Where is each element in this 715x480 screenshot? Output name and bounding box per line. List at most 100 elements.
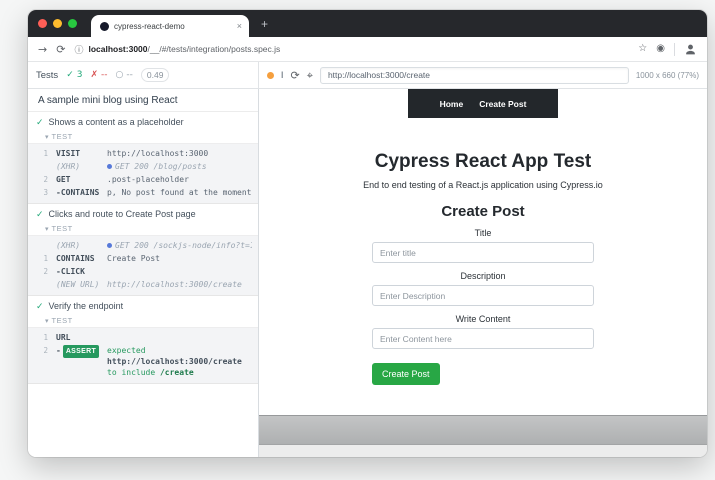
command-list: 1 URL 2 -ASSERT expected http://localhos…: [28, 327, 258, 383]
reload-icon[interactable]: ⟳: [56, 44, 65, 55]
close-window-button[interactable]: [38, 19, 47, 28]
content-input[interactable]: [372, 328, 594, 349]
aut-url-field[interactable]: http://localhost:3000/create: [320, 67, 629, 84]
create-post-form: Title Description Write Content Create P…: [372, 228, 594, 385]
title-input[interactable]: [372, 242, 594, 263]
command-row[interactable]: 1 CONTAINS Create Post: [28, 252, 258, 265]
command-number: 3: [28, 187, 48, 198]
command-number: 1: [28, 148, 48, 159]
command-row[interactable]: (XHR) GET 200 /sockjs-node/info?t=154686…: [28, 239, 258, 252]
runner-content: A sample mini blog using React ✓ Shows a…: [28, 89, 707, 457]
test-item[interactable]: ✓ Shows a content as a placeholder ▾ TES…: [28, 112, 258, 204]
url-host: localhost:3000: [88, 44, 147, 54]
command-method: (NEW URL): [48, 279, 104, 290]
nav-create-post-link[interactable]: Create Post: [479, 99, 526, 109]
command-method: (XHR): [48, 240, 104, 251]
page-info-icon[interactable]: ⓘ: [74, 43, 83, 56]
command-row[interactable]: (NEW URL) http://localhost:3000/create: [28, 278, 258, 291]
nav-home-link[interactable]: Home: [440, 99, 464, 109]
command-row[interactable]: 2 -CLICK: [28, 265, 258, 278]
assert-actual-value: http://localhost:3000/create: [107, 357, 242, 366]
section-label: TEST: [52, 224, 73, 233]
horizontal-scrollbar[interactable]: [259, 415, 707, 445]
pending-circle-icon: ○: [116, 70, 124, 80]
address-bar-input[interactable]: ⓘ localhost:3000/__/#/tests/integration/…: [74, 43, 629, 56]
command-number: 2: [28, 345, 48, 356]
new-tab-button[interactable]: +: [261, 18, 268, 30]
restart-tests-icon[interactable]: ⟳: [291, 70, 300, 81]
profile-icon[interactable]: [684, 43, 697, 56]
command-row[interactable]: 2 GET .post-placeholder: [28, 173, 258, 186]
pending-count: --: [126, 70, 133, 80]
command-number: 1: [28, 253, 48, 264]
pending-stat: ○--: [116, 70, 133, 80]
test-title-row[interactable]: ✓ Clicks and route to Create Post page: [28, 204, 258, 223]
failed-stat: ✗--: [90, 70, 107, 80]
cypress-runner-toolbar: Tests ✓3 ✗-- ○-- 0.49 I ⟳ ⌖ http://local…: [28, 62, 707, 89]
assert-text: expected: [107, 346, 146, 355]
command-method: -ASSERT: [48, 345, 104, 358]
test-title: Clicks and route to Create Post page: [49, 209, 196, 219]
test-title-row[interactable]: ✓ Verify the endpoint: [28, 296, 258, 315]
create-post-button[interactable]: Create Post: [372, 363, 440, 385]
section-label: TEST: [52, 316, 73, 325]
viewport-info: 1000 x 660 (77%): [636, 71, 699, 80]
test-section-toggle[interactable]: ▾ TEST: [28, 315, 258, 327]
url-path: /__/#/tests/integration/posts.spec.js: [148, 44, 281, 54]
command-log-panel: A sample mini blog using React ✓ Shows a…: [28, 89, 259, 457]
command-list: (XHR) GET 200 /sockjs-node/info?t=154686…: [28, 235, 258, 295]
command-message: GET 200 /blog/posts: [104, 161, 252, 172]
assert-badge: ASSERT: [63, 345, 99, 358]
command-row[interactable]: 3 -CONTAINS p, No post found at the mome…: [28, 186, 258, 199]
command-number: 2: [28, 174, 48, 185]
zoom-window-button[interactable]: [68, 19, 77, 28]
test-title: Verify the endpoint: [49, 301, 124, 311]
command-number: 1: [28, 332, 48, 343]
command-method: CONTAINS: [48, 253, 104, 264]
tab-title: cypress-react-demo: [114, 22, 232, 31]
spec-title: A sample mini blog using React: [28, 89, 258, 112]
page-url: localhost:3000/__/#/tests/integration/po…: [88, 44, 280, 54]
browser-window: cypress-react-demo × + → ⟳ ⓘ localhost:3…: [28, 10, 707, 457]
chevron-down-icon: ▾: [45, 133, 49, 141]
command-number: 2: [28, 266, 48, 277]
command-row[interactable]: 1 VISIT http://localhost:3000: [28, 147, 258, 160]
browser-tab[interactable]: cypress-react-demo ×: [91, 15, 249, 37]
app-navbar: Home Create Post: [408, 89, 558, 118]
test-section-toggle[interactable]: ▾ TEST: [28, 131, 258, 143]
app-title: Cypress React App Test: [259, 151, 707, 173]
xhr-status-dot-icon: [107, 164, 112, 169]
command-message: Create Post: [104, 253, 252, 264]
test-item[interactable]: ✓ Clicks and route to Create Post page ▾…: [28, 204, 258, 296]
forward-icon[interactable]: →: [38, 44, 47, 55]
xhr-message: GET 200 /blog/posts: [115, 162, 207, 171]
bookmark-star-icon[interactable]: ☆: [638, 44, 647, 54]
minimize-window-button[interactable]: [53, 19, 62, 28]
test-section-toggle[interactable]: ▾ TEST: [28, 223, 258, 235]
test-item[interactable]: ✓ Verify the endpoint ▾ TEST 1 URL 2 -AS: [28, 296, 258, 384]
extension-icon[interactable]: ◉: [656, 44, 665, 54]
selector-playground-icon[interactable]: ⌖: [307, 70, 313, 81]
window-controls: [38, 19, 77, 28]
command-row-assert[interactable]: 2 -ASSERT expected http://localhost:3000…: [28, 344, 258, 379]
test-passed-icon: ✓: [36, 210, 44, 220]
app-under-test: Home Create Post Cypress React App Test …: [259, 89, 707, 415]
indicator-label: I: [281, 70, 284, 80]
command-row[interactable]: 1 URL: [28, 331, 258, 344]
tests-back-button[interactable]: Tests: [36, 70, 58, 81]
passed-check-icon: ✓: [66, 70, 74, 80]
preview-background: [259, 445, 707, 457]
command-row[interactable]: (XHR) GET 200 /blog/posts: [28, 160, 258, 173]
passed-count: 3: [77, 70, 83, 80]
aut-preview-panel: Home Create Post Cypress React App Test …: [259, 89, 707, 457]
passed-stat: ✓3: [66, 70, 82, 80]
command-method: (XHR): [48, 161, 104, 172]
title-label: Title: [372, 228, 594, 238]
failed-count: --: [101, 70, 108, 80]
test-title-row[interactable]: ✓ Shows a content as a placeholder: [28, 112, 258, 131]
tab-close-icon[interactable]: ×: [237, 22, 242, 31]
assert-message: expected http://localhost:3000/create to…: [104, 345, 252, 378]
xhr-status-dot-icon: [107, 243, 112, 248]
description-input[interactable]: [372, 285, 594, 306]
command-list: 1 VISIT http://localhost:3000 (XHR) GET …: [28, 143, 258, 203]
